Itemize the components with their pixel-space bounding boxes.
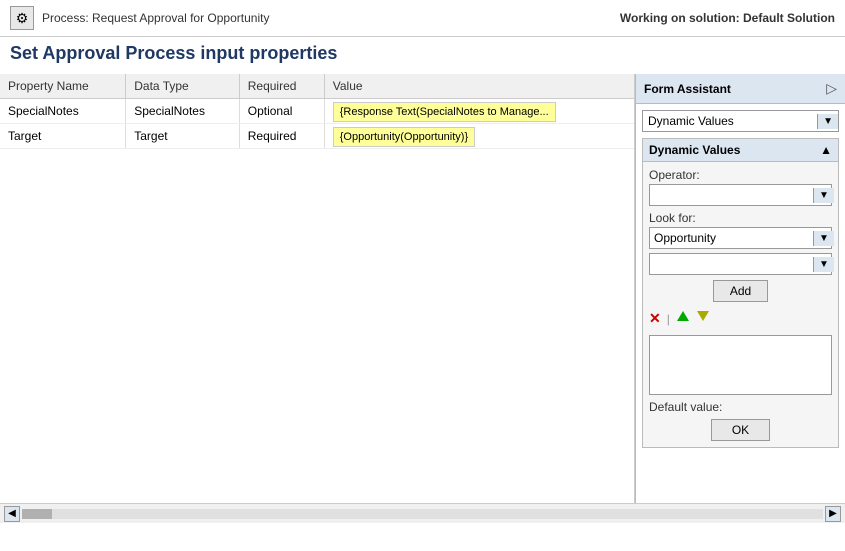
- lookfor-sub-dropdown-btn[interactable]: ▼: [813, 257, 834, 272]
- top-bar-left: ⚙ Process: Request Approval for Opportun…: [10, 6, 269, 30]
- add-button-wrapper: Add: [649, 280, 832, 302]
- scroll-right-button[interactable]: ▶: [825, 506, 841, 522]
- fa-main-dropdown[interactable]: Dynamic Values ▼: [642, 110, 839, 132]
- lookfor-dropdown-btn[interactable]: ▼: [813, 231, 834, 246]
- divider-icon: |: [667, 312, 670, 326]
- fa-dropdown-selected: Dynamic Values: [643, 111, 817, 131]
- top-bar: ⚙ Process: Request Approval for Opportun…: [0, 0, 845, 37]
- value-chip[interactable]: {Response Text(SpecialNotes to Manage...: [333, 102, 556, 122]
- ok-button-wrapper: OK: [649, 419, 832, 441]
- lookfor-input[interactable]: [650, 228, 813, 248]
- remove-icon[interactable]: ✕: [649, 310, 661, 327]
- gear-icon: ⚙: [16, 10, 29, 27]
- collapse-icon[interactable]: ▲: [820, 143, 832, 157]
- dynamic-values-content: Operator: ▼ Look for: ▼: [643, 162, 838, 447]
- fa-dropdown-chevron[interactable]: ▼: [817, 114, 838, 129]
- form-assistant-body: Dynamic Values ▼ Dynamic Values ▲ Operat…: [636, 104, 845, 454]
- dynamic-values-section: Dynamic Values ▲ Operator: ▼ Look fo: [642, 138, 839, 448]
- default-value-label: Default value:: [649, 400, 832, 414]
- col-header-property-name: Property Name: [0, 74, 126, 99]
- col-header-data-type: Data Type: [126, 74, 239, 99]
- dynamic-values-label: Dynamic Values: [649, 143, 740, 157]
- table-row: TargetTargetRequired{Opportunity(Opportu…: [0, 124, 634, 149]
- col-header-value: Value: [324, 74, 634, 99]
- cell-value[interactable]: {Opportunity(Opportunity)}: [324, 124, 634, 149]
- operator-dropdown-btn[interactable]: ▼: [813, 188, 834, 203]
- lookfor-input-row: ▼: [649, 227, 832, 249]
- scroll-thumb: [22, 509, 52, 519]
- cell-required: Optional: [239, 99, 324, 124]
- operator-input[interactable]: [650, 185, 813, 205]
- cell-required: Required: [239, 124, 324, 149]
- process-title: Process: Request Approval for Opportunit…: [42, 11, 269, 25]
- action-icons-row: ✕ |: [649, 307, 832, 330]
- form-assistant-title: Form Assistant: [644, 82, 731, 96]
- property-table: Property Name Data Type Required Value S…: [0, 74, 634, 149]
- page-title: Set Approval Process input properties: [10, 43, 835, 64]
- add-button[interactable]: Add: [713, 280, 768, 302]
- col-header-required: Required: [239, 74, 324, 99]
- main-layout: Property Name Data Type Required Value S…: [0, 74, 845, 503]
- lookfor-field: Look for: ▼ ▼: [649, 211, 832, 275]
- bottom-scroll-bar: ◀ ▶: [0, 503, 845, 523]
- value-chip[interactable]: {Opportunity(Opportunity)}: [333, 127, 475, 147]
- form-assistant-panel: Form Assistant ▷ Dynamic Values ▼ Dynami…: [635, 74, 845, 503]
- process-icon: ⚙: [10, 6, 34, 30]
- cell-data-type: Target: [126, 124, 239, 149]
- lookfor-label: Look for:: [649, 211, 832, 225]
- lookfor-sub-input-row: ▼: [649, 253, 832, 275]
- cell-property-name: SpecialNotes: [0, 99, 126, 124]
- scroll-left-button[interactable]: ◀: [4, 506, 20, 522]
- working-on-label: Working on solution: Default Solution: [620, 11, 835, 25]
- content-area: Property Name Data Type Required Value S…: [0, 74, 635, 503]
- cell-property-name: Target: [0, 124, 126, 149]
- scroll-track: [22, 509, 823, 519]
- cell-data-type: SpecialNotes: [126, 99, 239, 124]
- table-header-row: Property Name Data Type Required Value: [0, 74, 634, 99]
- dynamic-values-header: Dynamic Values ▲: [643, 139, 838, 162]
- operator-label: Operator:: [649, 168, 832, 182]
- lookfor-sub-input[interactable]: [650, 254, 813, 274]
- table-row: SpecialNotesSpecialNotesOptional{Respons…: [0, 99, 634, 124]
- form-assistant-header: Form Assistant ▷: [636, 74, 845, 104]
- expand-icon[interactable]: ▷: [826, 80, 837, 97]
- values-textarea[interactable]: [649, 335, 832, 395]
- operator-field: Operator: ▼: [649, 168, 832, 206]
- cell-value[interactable]: {Response Text(SpecialNotes to Manage...: [324, 99, 634, 124]
- ok-button[interactable]: OK: [711, 419, 770, 441]
- page-title-bar: Set Approval Process input properties: [0, 37, 845, 74]
- move-up-icon[interactable]: [676, 309, 690, 328]
- operator-input-row: ▼: [649, 184, 832, 206]
- move-down-icon[interactable]: [696, 309, 710, 328]
